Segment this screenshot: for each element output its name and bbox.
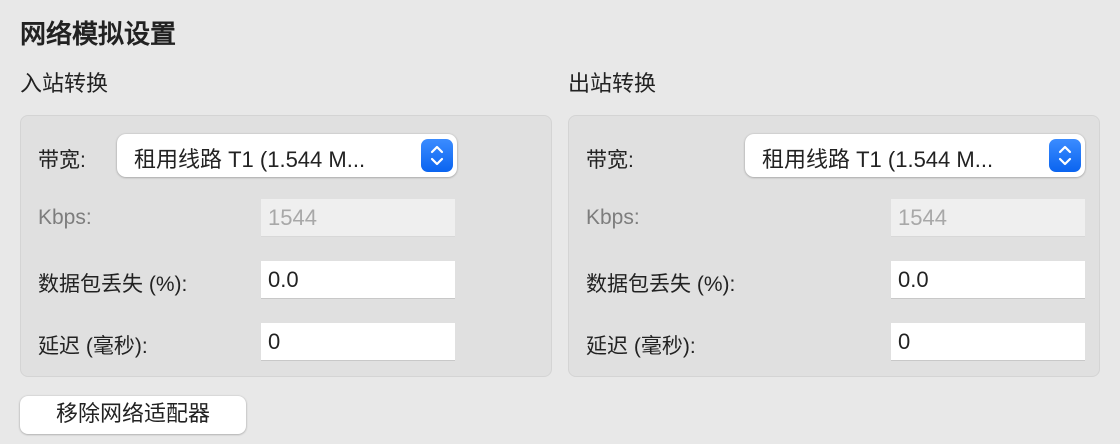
kbps-label: Kbps: — [586, 206, 640, 229]
inbound-bandwidth-select[interactable]: 租用线路 T1 (1.544 M... — [117, 134, 457, 177]
bandwidth-label: 带宽: — [586, 149, 634, 172]
packet-loss-label: 数据包丢失 (%): — [586, 273, 736, 296]
inbound-packet-loss-input[interactable]: 0.0 — [261, 261, 455, 299]
outbound-bandwidth-select[interactable]: 租用线路 T1 (1.544 M... — [745, 134, 1085, 177]
bandwidth-value: 租用线路 T1 (1.544 M... — [134, 147, 366, 172]
inbound-delay-input[interactable]: 0 — [261, 323, 455, 361]
kbps-label: Kbps: — [38, 206, 92, 229]
page-title: 网络模拟设置 — [20, 19, 177, 49]
bandwidth-label: 带宽: — [38, 149, 86, 172]
delay-label: 延迟 (毫秒): — [586, 335, 696, 358]
bandwidth-value: 租用线路 T1 (1.544 M... — [762, 147, 994, 172]
outbound-panel: 带宽: 租用线路 T1 (1.544 M... Kbps: 1544 数据包丢失… — [568, 115, 1100, 377]
inbound-heading: 入站转换 — [20, 71, 109, 96]
outbound-kbps-input: 1544 — [891, 199, 1085, 237]
outbound-delay-input[interactable]: 0 — [891, 323, 1085, 361]
delay-label: 延迟 (毫秒): — [38, 335, 148, 358]
chevron-up-down-icon — [421, 139, 453, 172]
outbound-heading: 出站转换 — [568, 71, 657, 96]
inbound-panel: 带宽: 租用线路 T1 (1.544 M... Kbps: 1544 数据包丢失… — [20, 115, 552, 377]
inbound-kbps-input: 1544 — [261, 199, 455, 237]
remove-network-adapter-button[interactable]: 移除网络适配器 — [20, 396, 246, 434]
outbound-packet-loss-input[interactable]: 0.0 — [891, 261, 1085, 299]
chevron-up-down-icon — [1049, 139, 1081, 172]
packet-loss-label: 数据包丢失 (%): — [38, 273, 188, 296]
